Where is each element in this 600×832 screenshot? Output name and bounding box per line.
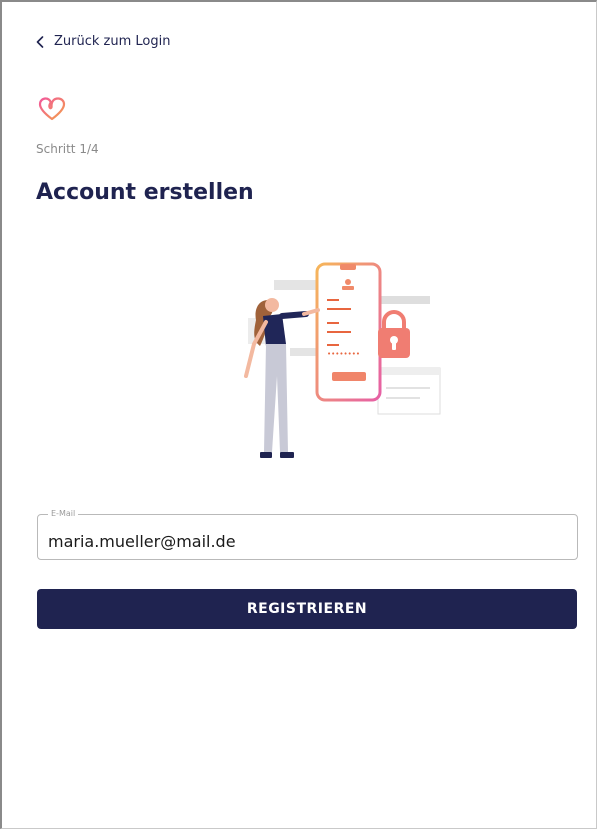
chevron-left-icon [36, 35, 44, 48]
back-to-login-link[interactable]: Zurück zum Login [36, 34, 170, 49]
email-field[interactable]: E-Mail [37, 508, 578, 560]
svg-text:••••••••: •••••••• [327, 350, 360, 358]
step-indicator: Schritt 1/4 [36, 142, 99, 156]
back-link-label: Zurück zum Login [54, 34, 171, 49]
page-title: Account erstellen [36, 180, 254, 205]
email-input[interactable] [38, 515, 577, 559]
register-button[interactable]: REGISTRIEREN [37, 589, 577, 629]
account-creation-illustration: •••••••• [230, 256, 446, 470]
heart-logo-icon [38, 96, 66, 126]
